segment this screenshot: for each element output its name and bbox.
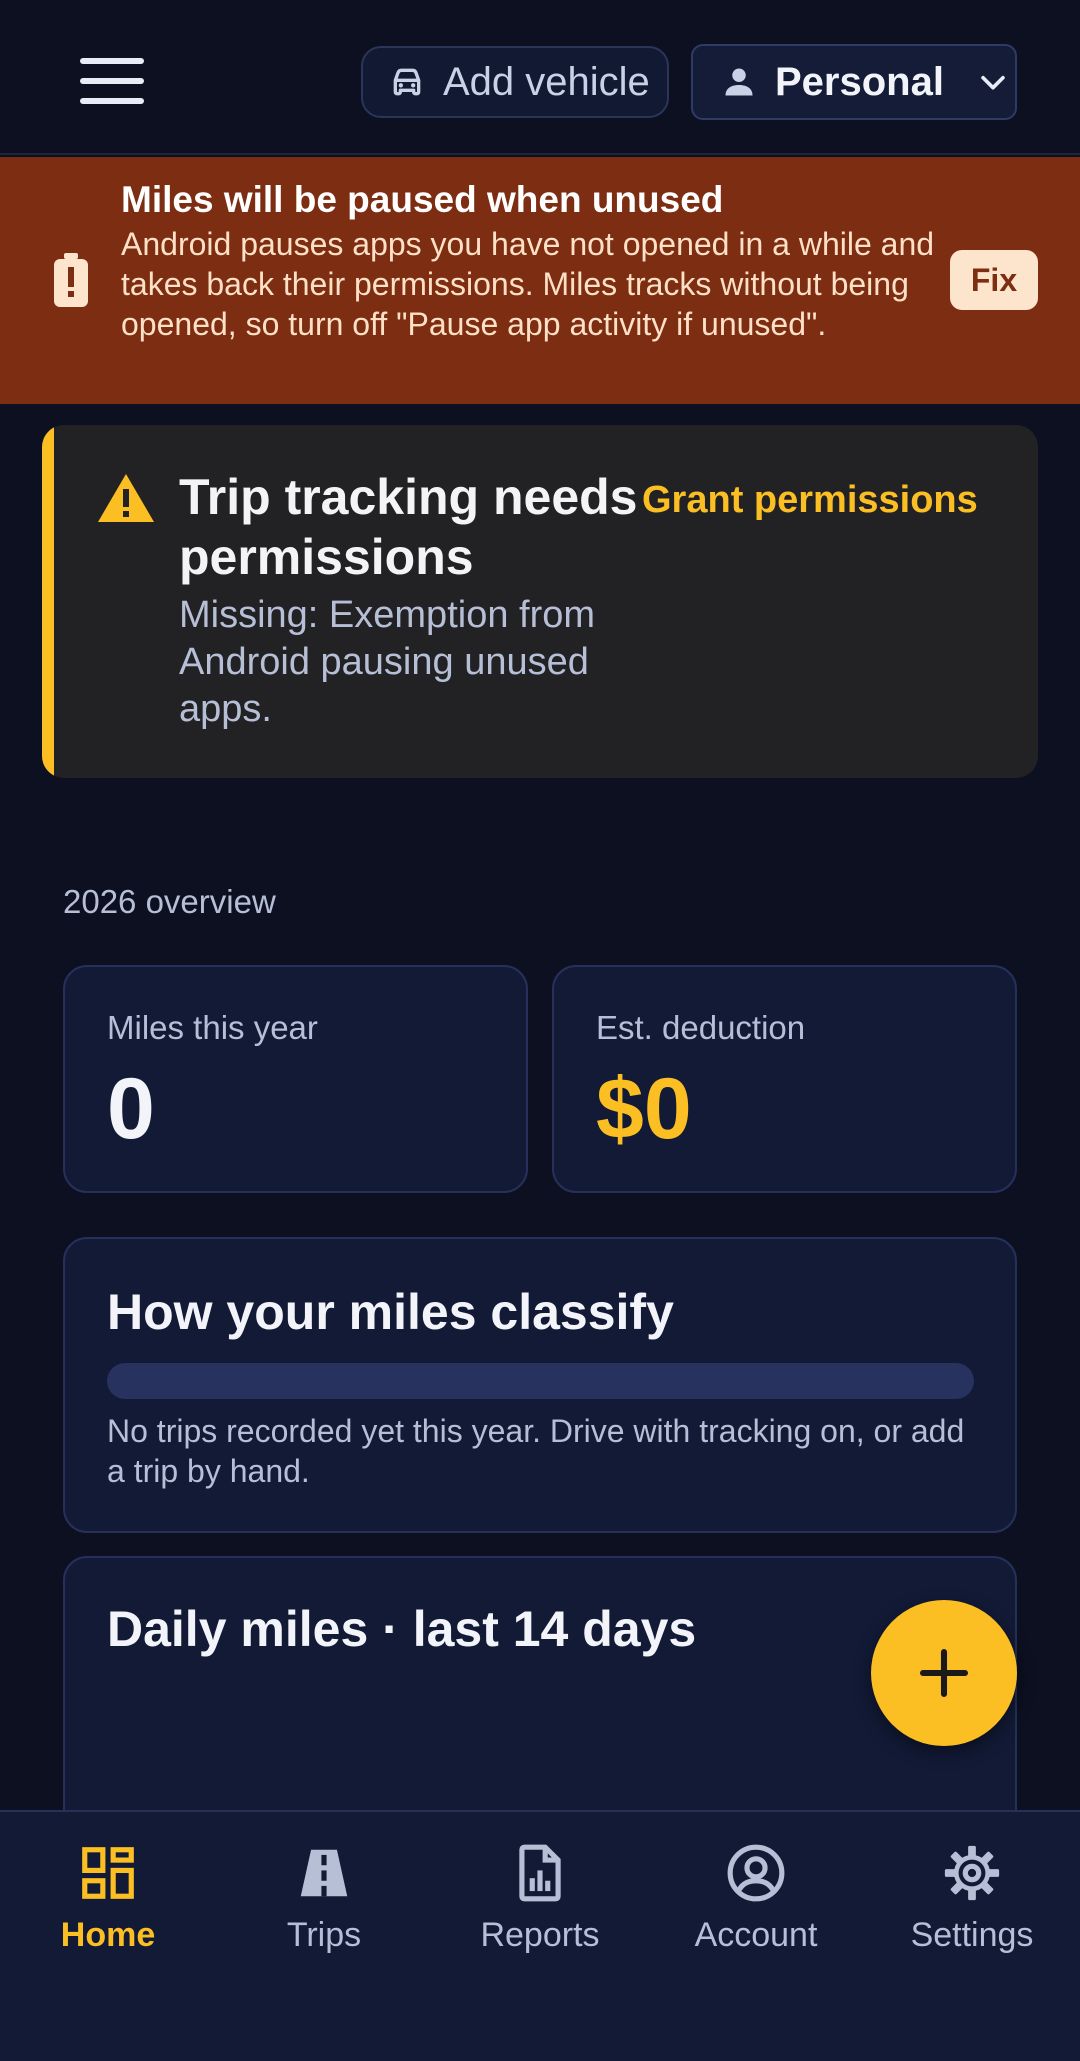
battery-alert-icon <box>54 253 88 307</box>
car-icon <box>393 68 421 96</box>
permissions-description: Missing: Exemption from Android pausing … <box>179 594 596 730</box>
nav-label-reports: Reports <box>480 1916 600 1954</box>
nav-item-reports[interactable]: Reports <box>440 1842 640 1972</box>
nav-item-settings[interactable]: Settings <box>872 1842 1072 1972</box>
nav-item-account[interactable]: Account <box>656 1842 856 1972</box>
chevron-down-icon <box>981 75 1005 90</box>
nav-label-home: Home <box>60 1916 156 1954</box>
person-icon <box>725 68 753 96</box>
pause-banner-title: Miles will be paused when unused <box>121 179 724 220</box>
warning-icon <box>98 474 154 522</box>
fix-button[interactable]: Fix <box>950 250 1038 310</box>
classify-title: How your miles classify <box>107 1284 674 1340</box>
pause-banner-body: Android pauses apps you have not opened … <box>121 226 935 342</box>
profile-label: Personal <box>775 59 944 104</box>
top-app-bar: Add vehicle Personal <box>0 0 1080 155</box>
add-trip-fab[interactable] <box>871 1600 1017 1746</box>
nav-item-home[interactable]: Home <box>8 1842 208 1972</box>
add-vehicle-button[interactable]: Add vehicle <box>361 46 669 118</box>
classify-progress-bar <box>107 1363 974 1399</box>
deduction-stat-card: Est. deduction $0 <box>552 965 1017 1193</box>
pause-warning-banner: Miles will be paused when unused Android… <box>0 157 1080 404</box>
overview-heading: 2026 overview <box>63 883 276 920</box>
grant-permissions-button[interactable]: Grant permissions <box>642 479 978 522</box>
nav-label-trips: Trips <box>286 1916 362 1954</box>
classify-card: How your miles classify No trips recorde… <box>63 1237 1017 1533</box>
nav-label-account: Account <box>694 1916 818 1954</box>
profile-selector[interactable]: Personal <box>691 44 1017 120</box>
account-circle-icon <box>727 1844 785 1902</box>
nav-label-settings: Settings <box>910 1916 1034 1954</box>
gear-icon <box>944 1845 1000 1901</box>
permissions-card: Trip tracking needs permissions Missing:… <box>42 425 1038 778</box>
hamburger-menu-icon[interactable] <box>80 58 144 104</box>
dashboard-icon <box>82 1847 134 1899</box>
plus-icon <box>919 1648 969 1698</box>
deduction-label: Est. deduction <box>596 1009 806 1046</box>
permissions-title: Trip tracking needs permissions <box>179 469 638 585</box>
miles-stat-card: Miles this year 0 <box>63 965 528 1193</box>
add-vehicle-label: Add vehicle <box>443 59 650 104</box>
bottom-navigation: Home Trips Reports Account Settings <box>0 1810 1080 2061</box>
nav-item-trips[interactable]: Trips <box>224 1842 424 1972</box>
report-icon <box>519 1844 561 1902</box>
daily-miles-title: Daily miles · last 14 days <box>107 1601 697 1657</box>
app-root: Add vehicle Personal Miles will be pause… <box>0 0 1080 2061</box>
road-icon <box>300 1849 348 1897</box>
miles-label: Miles this year <box>107 1009 318 1046</box>
classify-empty-note: No trips recorded yet this year. Drive w… <box>107 1413 965 1489</box>
miles-value: 0 <box>107 1061 155 1157</box>
deduction-value: $0 <box>596 1061 692 1157</box>
card-accent-bar <box>42 425 54 778</box>
